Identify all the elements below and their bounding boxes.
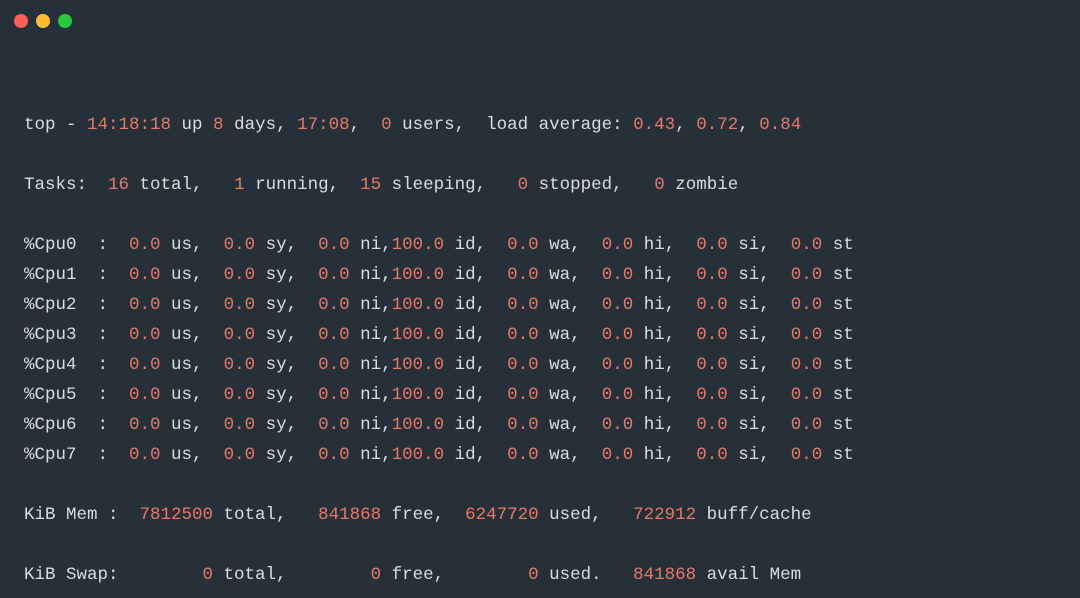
cpu-line-6: %Cpu6 : 0.0 us, 0.0 sy, 0.0 ni,100.0 id,…: [24, 410, 1056, 440]
terminal-window: top - 14:18:18 up 8 days, 17:08, 0 users…: [0, 0, 1080, 598]
cpu-line-2: %Cpu2 : 0.0 us, 0.0 sy, 0.0 ni,100.0 id,…: [24, 290, 1056, 320]
cpu-line-0: %Cpu0 : 0.0 us, 0.0 sy, 0.0 ni,100.0 id,…: [24, 230, 1056, 260]
tasks-line: Tasks: 16 total, 1 running, 15 sleeping,…: [24, 170, 1056, 200]
mem-line: KiB Mem : 7812500 total, 841868 free, 62…: [24, 500, 1056, 530]
maximize-icon[interactable]: [58, 14, 72, 28]
minimize-icon[interactable]: [36, 14, 50, 28]
summary-line: top - 14:18:18 up 8 days, 17:08, 0 users…: [24, 110, 1056, 140]
cpu-lines: %Cpu0 : 0.0 us, 0.0 sy, 0.0 ni,100.0 id,…: [24, 230, 1056, 470]
clock-time: 14:18:18: [87, 115, 171, 135]
cpu-line-7: %Cpu7 : 0.0 us, 0.0 sy, 0.0 ni,100.0 id,…: [24, 440, 1056, 470]
cpu-line-3: %Cpu3 : 0.0 us, 0.0 sy, 0.0 ni,100.0 id,…: [24, 320, 1056, 350]
terminal-output: top - 14:18:18 up 8 days, 17:08, 0 users…: [0, 30, 1080, 598]
titlebar: [0, 0, 1080, 30]
cpu-line-4: %Cpu4 : 0.0 us, 0.0 sy, 0.0 ni,100.0 id,…: [24, 350, 1056, 380]
cpu-line-1: %Cpu1 : 0.0 us, 0.0 sy, 0.0 ni,100.0 id,…: [24, 260, 1056, 290]
close-icon[interactable]: [14, 14, 28, 28]
swap-line: KiB Swap: 0 total, 0 free, 0 used. 84186…: [24, 560, 1056, 590]
cpu-line-5: %Cpu5 : 0.0 us, 0.0 sy, 0.0 ni,100.0 id,…: [24, 380, 1056, 410]
